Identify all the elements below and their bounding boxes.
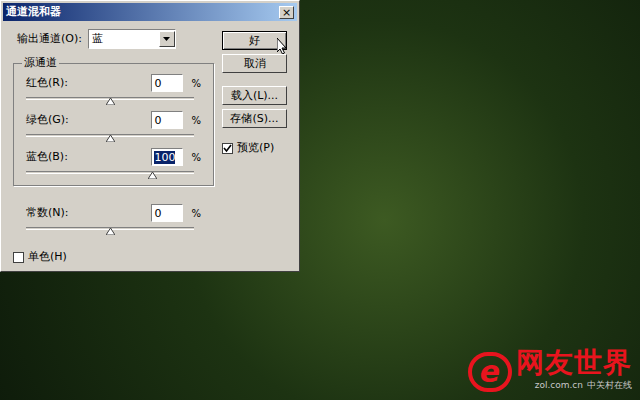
checkbox-box[interactable] <box>13 252 24 263</box>
dialog-body: 输出通道(O):蓝源通道红色(R):0%绿色(G):0%蓝色(B):100%常数… <box>1 21 299 271</box>
left-column: 输出通道(O):蓝源通道红色(R):0%绿色(G):0%蓝色(B):100%常数… <box>13 29 214 271</box>
group-title: 源通道 <box>22 56 59 70</box>
unit: % <box>191 206 201 221</box>
output-channel-row: 输出通道(O):蓝 <box>13 29 214 49</box>
slider[interactable] <box>26 132 194 142</box>
dialog-button[interactable]: 好 <box>222 31 287 50</box>
check-icon <box>223 144 232 153</box>
value-input[interactable]: 100 <box>151 148 183 166</box>
value-row: 蓝色(B):100% <box>26 148 201 166</box>
channel-row: 红色(R):0% <box>26 74 201 105</box>
dialog-button[interactable]: 载入(L)... <box>222 86 287 105</box>
close-button[interactable]: × <box>279 6 294 19</box>
dialog-button[interactable]: 存储(S)... <box>222 109 287 128</box>
slider[interactable] <box>26 169 194 179</box>
slider-track <box>26 171 194 174</box>
preview-checkbox[interactable]: 预览(P) <box>222 140 287 157</box>
value-input[interactable]: 0 <box>151 111 183 129</box>
output-channel-select[interactable]: 蓝 <box>88 29 176 49</box>
watermark: e网友世界zol.com.cn 中关村在线 <box>468 347 632 393</box>
value-label: 红色(R): <box>26 75 151 92</box>
title-bar[interactable]: 通道混和器 × <box>3 3 297 21</box>
watermark-logo: e <box>468 352 512 392</box>
title: 通道混和器 <box>6 4 61 21</box>
checkbox-box[interactable] <box>222 143 233 154</box>
unit: % <box>191 150 201 165</box>
monochrome-checkbox[interactable]: 单色(H) <box>13 249 214 266</box>
slider-thumb-icon[interactable] <box>106 228 115 235</box>
dropdown-arrow-icon <box>163 37 170 41</box>
channel-row: 绿色(G):0% <box>26 111 201 142</box>
slider[interactable] <box>26 95 194 105</box>
dialog-button[interactable]: 取消 <box>222 54 287 73</box>
unit: % <box>191 113 201 128</box>
value-row: 绿色(G):0% <box>26 111 201 129</box>
screen: 通道混和器×输出通道(O):蓝源通道红色(R):0%绿色(G):0%蓝色(B):… <box>0 0 640 400</box>
source-group: 源通道红色(R):0%绿色(G):0%蓝色(B):100% <box>13 63 214 186</box>
value-label: 绿色(G): <box>26 112 151 129</box>
dropdown-button[interactable] <box>159 31 175 47</box>
value-input[interactable]: 0 <box>151 74 183 92</box>
value-row: 常数(N):0% <box>26 204 201 222</box>
slider-thumb-icon[interactable] <box>106 135 115 142</box>
value-label: 蓝色(B): <box>26 149 151 166</box>
value-input[interactable]: 0 <box>151 204 183 222</box>
watermark-brand: 中关村在线 <box>587 379 632 393</box>
watermark-site: zol.com.cn <box>535 379 583 393</box>
constant-row: 常数(N):0% <box>13 204 214 235</box>
slider-thumb-icon[interactable] <box>148 172 157 179</box>
slider[interactable] <box>26 225 194 235</box>
channel-mixer-dialog: 通道混和器×输出通道(O):蓝源通道红色(R):0%绿色(G):0%蓝色(B):… <box>0 0 300 272</box>
value-row: 红色(R):0% <box>26 74 201 92</box>
right-column: 好取消载入(L)... 存储(S)... 预览(P) <box>222 29 287 271</box>
channel-row: 蓝色(B):100% <box>26 148 201 179</box>
unit: % <box>191 76 201 91</box>
mouse-cursor-icon <box>277 38 288 55</box>
slider-thumb-icon[interactable] <box>106 98 115 105</box>
value-label: 常数(N): <box>26 205 151 222</box>
watermark-title: 网友世界 <box>516 347 632 379</box>
